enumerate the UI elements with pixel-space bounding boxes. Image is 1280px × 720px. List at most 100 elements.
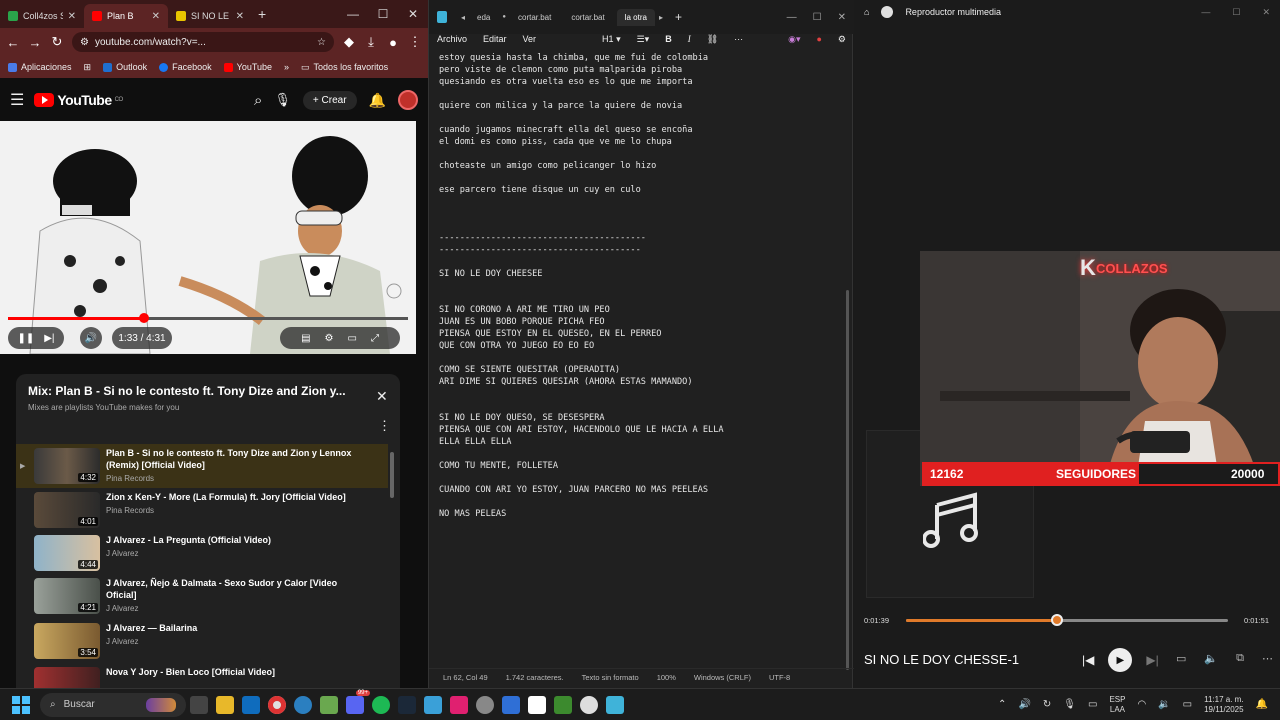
more-options-icon[interactable]: ⋮ xyxy=(378,418,391,434)
zoom-level[interactable]: 100% xyxy=(657,673,676,682)
maximize-icon[interactable]: ☐ xyxy=(368,7,398,21)
video-title[interactable]: J Alvarez - La Pregunta (Official Video) xyxy=(106,534,356,546)
list-item[interactable]: ▶ 4:32 Plan B - Si no le contesto ft. To… xyxy=(16,444,388,488)
volume-icon[interactable]: 🔈 xyxy=(1204,652,1218,665)
menu-archivo[interactable]: Archivo xyxy=(437,34,467,44)
create-button[interactable]: + Crear xyxy=(302,90,357,110)
notepad-tab-2[interactable]: cortar.bat xyxy=(563,9,612,26)
list-format-icon[interactable]: ☰▾ xyxy=(637,34,650,45)
subtitles-icon[interactable]: ▤ xyxy=(301,333,310,344)
notifications-bell-icon[interactable]: 🔔 xyxy=(369,92,386,109)
download-icon[interactable]: ⤓ xyxy=(364,34,378,50)
extension-icon[interactable]: ◆ xyxy=(342,34,356,50)
settings-gear-icon[interactable]: ⚙ xyxy=(838,34,846,45)
maximize-icon[interactable]: ☐ xyxy=(1232,7,1240,18)
maximize-icon[interactable]: ☐ xyxy=(813,12,822,23)
store-icon[interactable] xyxy=(242,695,260,714)
language-indicator[interactable]: ESP LAA xyxy=(1109,695,1125,715)
channel-name[interactable]: Pina Records xyxy=(106,474,356,483)
volume-icon[interactable]: 🔉 xyxy=(1158,699,1170,710)
encoding[interactable]: UTF-8 xyxy=(769,673,790,682)
notepad-tab-3[interactable]: la otra xyxy=(616,8,655,26)
bookmark-grid[interactable]: ⊞ xyxy=(84,62,92,73)
speaker-icon[interactable]: 🔊 xyxy=(1018,699,1030,710)
notepad-icon[interactable] xyxy=(606,695,624,714)
steam-icon[interactable] xyxy=(398,695,416,714)
list-item[interactable]: Nova Y Jory - Bien Loco [Official Video] xyxy=(16,663,388,688)
close-window-icon[interactable]: ✕ xyxy=(1262,7,1270,18)
close-playlist-icon[interactable]: ✕ xyxy=(376,388,388,405)
more-options-icon[interactable]: ⋯ xyxy=(1262,652,1273,665)
bookmark-all[interactable]: ▭ Todos los favoritos xyxy=(301,62,388,73)
settings-icon[interactable] xyxy=(476,695,494,714)
site-settings-icon[interactable]: ⚙ xyxy=(80,37,89,48)
list-item[interactable]: 4:21 J Alvarez, Ñejo & Dalmata - Sexo Su… xyxy=(16,574,388,618)
volume-icon[interactable]: 🔊 xyxy=(80,327,102,349)
battery-icon[interactable]: ▭ xyxy=(1183,699,1192,710)
text-format[interactable]: Texto sin formato xyxy=(582,673,639,682)
more-icon[interactable]: ··· xyxy=(734,34,743,44)
url-field[interactable]: ⚙ youtube.com/watch?v=... ☆ xyxy=(72,32,334,52)
mini-player-icon[interactable]: ⧉ xyxy=(1236,652,1244,665)
bookmark-outlook[interactable]: Outlook xyxy=(103,62,147,72)
hamburger-menu-icon[interactable]: ☰ xyxy=(10,90,24,110)
close-window-icon[interactable]: ✕ xyxy=(838,12,846,23)
previous-track-icon[interactable]: |◀ xyxy=(1082,653,1094,667)
capcut-icon[interactable] xyxy=(528,695,546,714)
cast-icon[interactable]: ▭ xyxy=(1176,652,1186,665)
video-thumbnail[interactable]: 4:44 xyxy=(34,535,100,571)
notepad-tab-0[interactable]: eda xyxy=(469,9,498,26)
menu-ver[interactable]: Ver xyxy=(523,34,537,44)
close-icon[interactable]: ✕ xyxy=(236,11,244,22)
microphone-icon[interactable]: 🎙 xyxy=(274,92,291,108)
new-tab-button[interactable]: + xyxy=(675,10,682,24)
minimize-icon[interactable]: — xyxy=(1201,7,1210,18)
copilot-icon[interactable]: ◉▾ xyxy=(788,34,800,45)
channel-name[interactable]: J Alvarez xyxy=(106,604,356,613)
clock[interactable]: 11:17 a. m. 19/11/2025 xyxy=(1204,695,1243,715)
channel-name[interactable]: Pina Records xyxy=(106,506,356,515)
wifi-icon[interactable]: ◠ xyxy=(1137,699,1146,710)
file-explorer-icon[interactable] xyxy=(216,695,234,714)
media-player-icon[interactable] xyxy=(580,695,598,714)
video-thumbnail[interactable]: 4:01 xyxy=(34,492,100,528)
notifications-bell-icon[interactable]: 🔔 xyxy=(1256,699,1268,710)
notepad-text-area[interactable]: estoy quesia hasta la chimba, que me fui… xyxy=(439,52,834,662)
browser-tab-1[interactable]: Plan B ✕ xyxy=(84,4,168,28)
chevron-up-icon[interactable]: ⌃ xyxy=(998,699,1006,710)
home-icon[interactable]: ⌂ xyxy=(864,7,869,17)
video-title[interactable]: Nova Y Jory - Bien Loco [Official Video] xyxy=(106,666,356,678)
link-icon[interactable]: ⛓ xyxy=(707,34,718,45)
video-thumbnail[interactable] xyxy=(34,667,100,688)
profile-icon[interactable]: ● xyxy=(386,35,400,50)
playlist-scrollbar[interactable] xyxy=(390,452,394,498)
menu-dots-icon[interactable]: ⋮ xyxy=(408,34,422,50)
scroll-tabs-left-icon[interactable]: ◂ xyxy=(461,13,465,22)
profile-icon[interactable]: ● xyxy=(816,34,821,44)
browser-tab-2[interactable]: SI NO LE C ✕ xyxy=(168,4,252,28)
sync-icon[interactable]: ↻ xyxy=(1043,699,1051,710)
close-icon[interactable]: ✕ xyxy=(68,11,76,22)
microphone-icon[interactable]: 🎙 xyxy=(1063,699,1076,710)
video-thumbnail[interactable]: 4:32 xyxy=(34,448,100,484)
line-ending[interactable]: Windows (CRLF) xyxy=(694,673,751,682)
minecraft-icon[interactable] xyxy=(554,695,572,714)
taskbar-search-box[interactable]: ⌕ Buscar xyxy=(40,692,186,717)
channel-name[interactable]: J Alvarez xyxy=(106,549,356,558)
close-icon[interactable]: ✕ xyxy=(152,11,160,22)
bookmark-star-icon[interactable]: ☆ xyxy=(317,37,326,48)
video-thumbnail[interactable]: 4:21 xyxy=(34,578,100,614)
bookmark-facebook[interactable]: Facebook xyxy=(159,62,212,72)
youtube-logo[interactable]: YouTube CO xyxy=(34,92,123,108)
channel-name[interactable]: J Alvarez xyxy=(106,637,356,646)
settings-gear-icon[interactable]: ⚙ xyxy=(325,333,334,344)
discord-icon[interactable]: 99+ xyxy=(346,689,370,714)
list-item[interactable]: 3:54 J Alvarez — Bailarina J Alvarez xyxy=(16,619,388,663)
start-button[interactable] xyxy=(12,695,30,714)
task-view-icon[interactable] xyxy=(190,695,208,714)
avatar[interactable] xyxy=(398,90,418,110)
bookmark-apps[interactable]: Aplicaciones xyxy=(8,62,72,72)
monitor-icon[interactable]: ▭ xyxy=(1088,699,1097,710)
chrome-icon[interactable] xyxy=(268,695,286,714)
scroll-tabs-right-icon[interactable]: ▸ xyxy=(659,13,663,22)
